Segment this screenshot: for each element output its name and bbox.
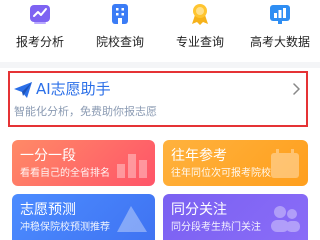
quick-nav-row: 报考分析 院校查询 专业查询 高考大数据: [0, 0, 320, 58]
card-subtitle: 往年同位次可报考院校: [171, 168, 271, 179]
ai-assistant-banner[interactable]: AI志愿助手 智能化分析，免费助你报志愿: [8, 71, 308, 127]
card-title: 同分关注: [171, 202, 227, 218]
card-subtitle: 看看自己的全省排名: [20, 168, 110, 179]
trend-icon: [117, 206, 147, 232]
card-title: 志愿预测: [20, 202, 76, 218]
nav-item-college-search[interactable]: 院校查询: [80, 0, 160, 58]
nav-label: 院校查询: [95, 35, 144, 49]
card-subtitle: 冲稳保院校预测推荐: [20, 222, 110, 233]
nav-label: 专业查询: [175, 35, 224, 49]
nav-label: 报考分析: [15, 35, 64, 49]
building-icon: [112, 4, 128, 24]
award-ribbon-icon: [192, 4, 208, 25]
section-divider: [0, 62, 320, 68]
card-past-reference[interactable]: 往年参考 往年同位次可报考院校: [163, 140, 308, 186]
card-volunteer-prediction[interactable]: 志愿预测 冲稳保院校预测推荐: [12, 194, 155, 240]
nav-item-exam-big-data[interactable]: 高考大数据: [240, 0, 320, 58]
ranking-icon: [117, 154, 147, 178]
card-same-score-follow[interactable]: 同分关注 同分段考生热门关注: [163, 194, 308, 240]
chart-analysis-icon: [30, 5, 50, 24]
nav-label: 高考大数据: [249, 35, 310, 49]
calendar-icon: [271, 149, 299, 178]
bar-chart-icon: [270, 5, 290, 24]
card-subtitle: 同分段考生热门关注: [171, 222, 261, 233]
card-title: 往年参考: [171, 148, 227, 164]
card-score-rank[interactable]: 一分一段 看看自己的全省排名: [12, 140, 155, 186]
assistant-subtitle: 智能化分析，免费助你报志愿: [14, 105, 157, 118]
card-title: 一分一段: [20, 148, 76, 164]
chevron-right-icon: [293, 83, 300, 95]
assistant-title: AI志愿助手: [36, 80, 111, 98]
nav-item-score-analysis[interactable]: 报考分析: [0, 0, 80, 58]
paper-plane-icon: [14, 82, 32, 98]
users-icon: [271, 206, 300, 232]
nav-item-major-search[interactable]: 专业查询: [160, 0, 240, 58]
